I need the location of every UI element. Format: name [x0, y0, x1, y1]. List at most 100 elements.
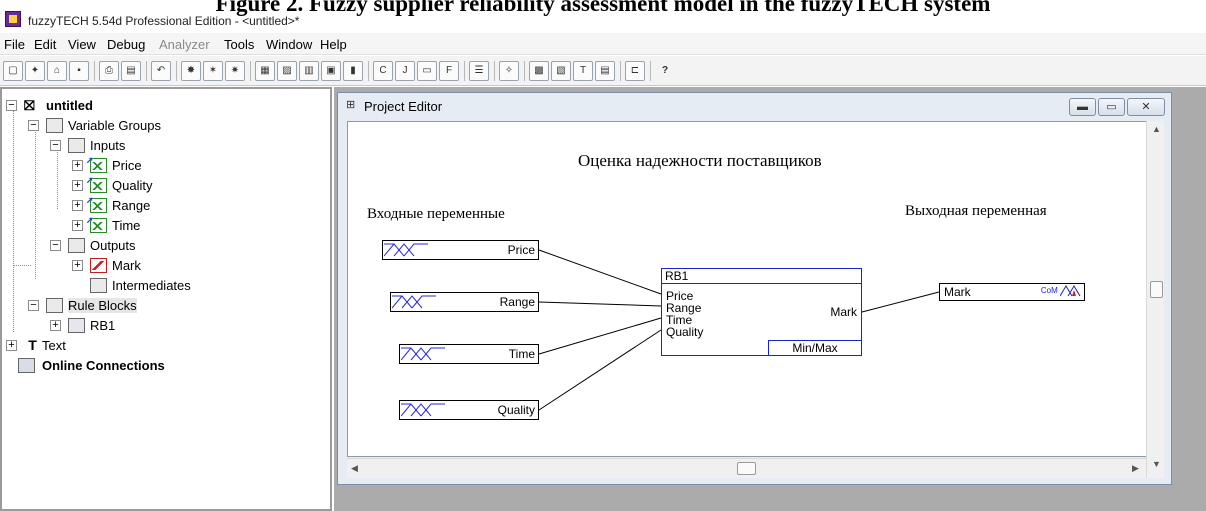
compile-fir-icon[interactable]: F: [439, 61, 459, 81]
open-icon[interactable]: ⌂: [47, 61, 67, 81]
wizard-icon[interactable]: ✦: [25, 61, 45, 81]
minimize-button[interactable]: ▬: [1069, 98, 1096, 116]
editor-canvas[interactable]: Оценка надежности поставщиков Входные пе…: [347, 121, 1164, 457]
3d-plot-icon[interactable]: ▮: [343, 61, 363, 81]
term-icon[interactable]: ▧: [551, 61, 571, 81]
tree-item-input-quality[interactable]: + ➚ Quality: [72, 175, 322, 195]
horizontal-scrollbar[interactable]: ◀ ▶: [347, 458, 1146, 478]
output-var-mark[interactable]: Mark CoM: [939, 283, 1085, 301]
editor-icon[interactable]: ▤: [595, 61, 615, 81]
inputs-label: Входные переменные: [367, 206, 505, 222]
spreadsheet-icon[interactable]: ▦: [255, 61, 275, 81]
scroll-right-icon[interactable]: ▶: [1132, 463, 1139, 474]
menu-tools[interactable]: Tools: [224, 37, 254, 52]
folder-icon: [46, 118, 63, 133]
menu-view[interactable]: View: [68, 37, 96, 52]
expand-toggle[interactable]: +: [72, 220, 83, 231]
vertical-scroll-thumb[interactable]: [1150, 281, 1163, 298]
tree-line: [35, 129, 36, 279]
membership-functions-icon: [384, 243, 428, 257]
expand-toggle[interactable]: +: [72, 200, 83, 211]
new-icon[interactable]: ▢: [3, 61, 23, 81]
transfer-plot-icon[interactable]: ▣: [321, 61, 341, 81]
project-editor-title: Project Editor: [364, 99, 443, 114]
expand-toggle[interactable]: +: [72, 260, 83, 271]
input-var-quality[interactable]: Quality: [399, 400, 539, 420]
menu-file[interactable]: File: [4, 37, 25, 52]
time-plot-icon[interactable]: ▥: [299, 61, 319, 81]
collapse-toggle[interactable]: −: [28, 120, 39, 131]
project-editor-window: ⊞ Project Editor ▬ ▭ ✕ Оценка надежности…: [337, 92, 1172, 485]
project-icon: ⛝: [24, 97, 35, 113]
project-editor-icon: ⊞: [346, 99, 356, 111]
rule-block-operator: Min/Max: [768, 340, 861, 355]
expand-toggle[interactable]: +: [72, 160, 83, 171]
neuro-icon[interactable]: ✧: [499, 61, 519, 81]
defuzzification-icon: CoM: [1041, 284, 1082, 298]
tree-item-inputs[interactable]: − Inputs: [50, 137, 330, 155]
tree-item-rb1[interactable]: + RB1: [50, 317, 330, 335]
input-variable-icon: ➚: [86, 215, 107, 233]
menu-window[interactable]: Window: [266, 37, 312, 52]
step-icon[interactable]: ✷: [225, 61, 245, 81]
statistics-icon[interactable]: ▨: [277, 61, 297, 81]
print-setup-icon[interactable]: ▤: [121, 61, 141, 81]
save-icon[interactable]: ▪: [69, 61, 89, 81]
project-tree: − ⛝ untitled − Variable Groups − Inputs …: [0, 87, 332, 511]
tree-item-root[interactable]: − ⛝ untitled: [6, 97, 326, 115]
menu-bar: File Edit View Debug Analyzer Tools Wind…: [0, 33, 1206, 55]
close-button[interactable]: ✕: [1127, 98, 1165, 116]
input-variable-icon: ➚: [86, 195, 107, 213]
expand-toggle[interactable]: +: [50, 320, 61, 331]
tree-item-intermediates[interactable]: Intermediates: [72, 277, 322, 295]
tree-item-output-mark[interactable]: + Mark: [72, 257, 322, 275]
tree-line: [13, 265, 31, 266]
tree-item-outputs[interactable]: − Outputs: [50, 237, 330, 255]
scroll-left-icon[interactable]: ◀: [351, 463, 358, 474]
print-icon[interactable]: ⎙: [99, 61, 119, 81]
tree-item-rule-blocks[interactable]: − Rule Blocks: [28, 297, 328, 315]
scroll-down-icon[interactable]: ▼: [1152, 459, 1161, 469]
collapse-toggle[interactable]: −: [6, 100, 17, 111]
folder-icon: [90, 278, 107, 293]
menu-analyzer[interactable]: Analyzer: [159, 37, 210, 52]
rule-block-rb1[interactable]: RB1 Price Range Time Quality Mark Min/Ma…: [661, 268, 862, 356]
compile-java-icon[interactable]: J: [395, 61, 415, 81]
expand-toggle[interactable]: +: [72, 180, 83, 191]
membership-functions-icon: [401, 403, 445, 417]
text-icon[interactable]: T: [573, 61, 593, 81]
input-var-time[interactable]: Time: [399, 344, 539, 364]
layout-icon[interactable]: ⊏: [625, 61, 645, 81]
collapse-toggle[interactable]: −: [50, 140, 61, 151]
scale-icon: [1059, 285, 1081, 297]
menu-edit[interactable]: Edit: [34, 37, 56, 52]
input-var-range[interactable]: Range: [390, 292, 539, 312]
menu-help[interactable]: Help: [320, 37, 347, 52]
vertical-scrollbar[interactable]: ▲ ▼: [1146, 121, 1164, 478]
tree-item-input-range[interactable]: + ➚ Range: [72, 195, 322, 215]
debug-icon[interactable]: ✸: [181, 61, 201, 81]
help-icon[interactable]: ?: [655, 61, 675, 81]
tree-item-online-connections[interactable]: Online Connections: [6, 357, 326, 375]
expand-toggle[interactable]: +: [6, 340, 17, 351]
collapse-toggle[interactable]: −: [50, 240, 61, 251]
undo-icon[interactable]: ↶: [151, 61, 171, 81]
toolbar: ▢ ✦ ⌂ ▪ ⎙ ▤ ↶ ✸ ✶ ✷ ▦ ▨ ▥ ▣ ▮ C J ▭ F ☰ …: [0, 56, 1206, 86]
trace-icon[interactable]: ✶: [203, 61, 223, 81]
menu-debug[interactable]: Debug: [107, 37, 145, 52]
folder-icon: [46, 298, 63, 313]
tree-item-input-price[interactable]: + ➚ Price: [72, 155, 322, 175]
collapse-toggle[interactable]: −: [28, 300, 39, 311]
scroll-up-icon[interactable]: ▲: [1152, 124, 1161, 134]
horizontal-scroll-thumb[interactable]: [737, 462, 756, 475]
tree-item-text[interactable]: + T Text: [6, 337, 326, 355]
rule-block-icon[interactable]: ▩: [529, 61, 549, 81]
tree-item-variable-groups[interactable]: − Variable Groups: [28, 117, 328, 135]
maximize-button[interactable]: ▭: [1098, 98, 1125, 116]
compile-dll-icon[interactable]: ▭: [417, 61, 437, 81]
properties-icon[interactable]: ☰: [469, 61, 489, 81]
compile-c-icon[interactable]: C: [373, 61, 393, 81]
tree-item-input-time[interactable]: + ➚ Time: [72, 215, 322, 235]
link-mark: [861, 291, 940, 313]
input-var-price[interactable]: Price: [382, 240, 539, 260]
